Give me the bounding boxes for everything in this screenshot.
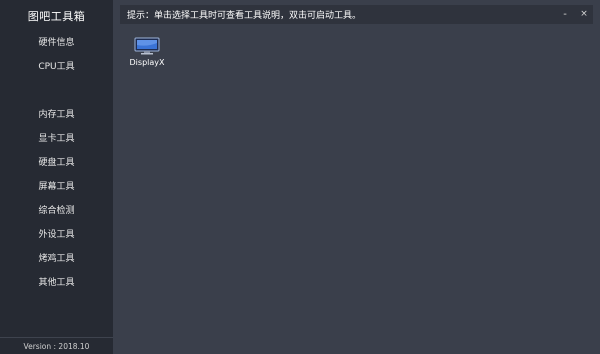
sidebar-item-peripheral-tools[interactable]: 外设工具 [0,224,113,246]
app-window: 图吧工具箱 硬件信息 CPU工具 内存工具 显卡工具 硬盘工具 屏幕工具 综合检… [0,0,600,354]
sidebar-item-gpu-tools[interactable]: 显卡工具 [0,128,113,150]
version-label: Version : 2018.10 [23,342,90,351]
sidebar-item-screen-tools[interactable]: 屏幕工具 [0,176,113,198]
sidebar-divider [0,337,113,338]
hint-bar: 提示：单击选择工具时可查看工具说明，双击可启动工具。 - × [120,5,593,24]
sidebar-item-stress-test-tools[interactable]: 烤鸡工具 [0,248,113,270]
sidebar-item-other-tools[interactable]: 其他工具 [0,272,113,294]
hint-text: 提示：单击选择工具时可查看工具说明，双击可启动工具。 [127,11,362,21]
tool-label: DisplayX [129,58,165,67]
sidebar-item-memory-tools[interactable]: 内存工具 [0,104,113,126]
sidebar-item-hardware-info[interactable]: 硬件信息 [0,32,113,54]
sidebar-item-disk-tools[interactable]: 硬盘工具 [0,152,113,174]
sidebar-item-comprehensive-test[interactable]: 综合检测 [0,200,113,222]
main-panel: 提示：单击选择工具时可查看工具说明，双击可启动工具。 - × DisplayX [113,0,600,354]
app-title: 图吧工具箱 [27,10,86,23]
monitor-icon [134,37,160,55]
minimize-button[interactable]: - [556,5,574,24]
sidebar-item-cpu-tools[interactable]: CPU工具 [0,56,113,78]
tool-item-displayx[interactable]: DisplayX [129,37,165,73]
sidebar: 图吧工具箱 硬件信息 CPU工具 内存工具 显卡工具 硬盘工具 屏幕工具 综合检… [0,0,113,354]
close-button[interactable]: × [575,5,593,24]
